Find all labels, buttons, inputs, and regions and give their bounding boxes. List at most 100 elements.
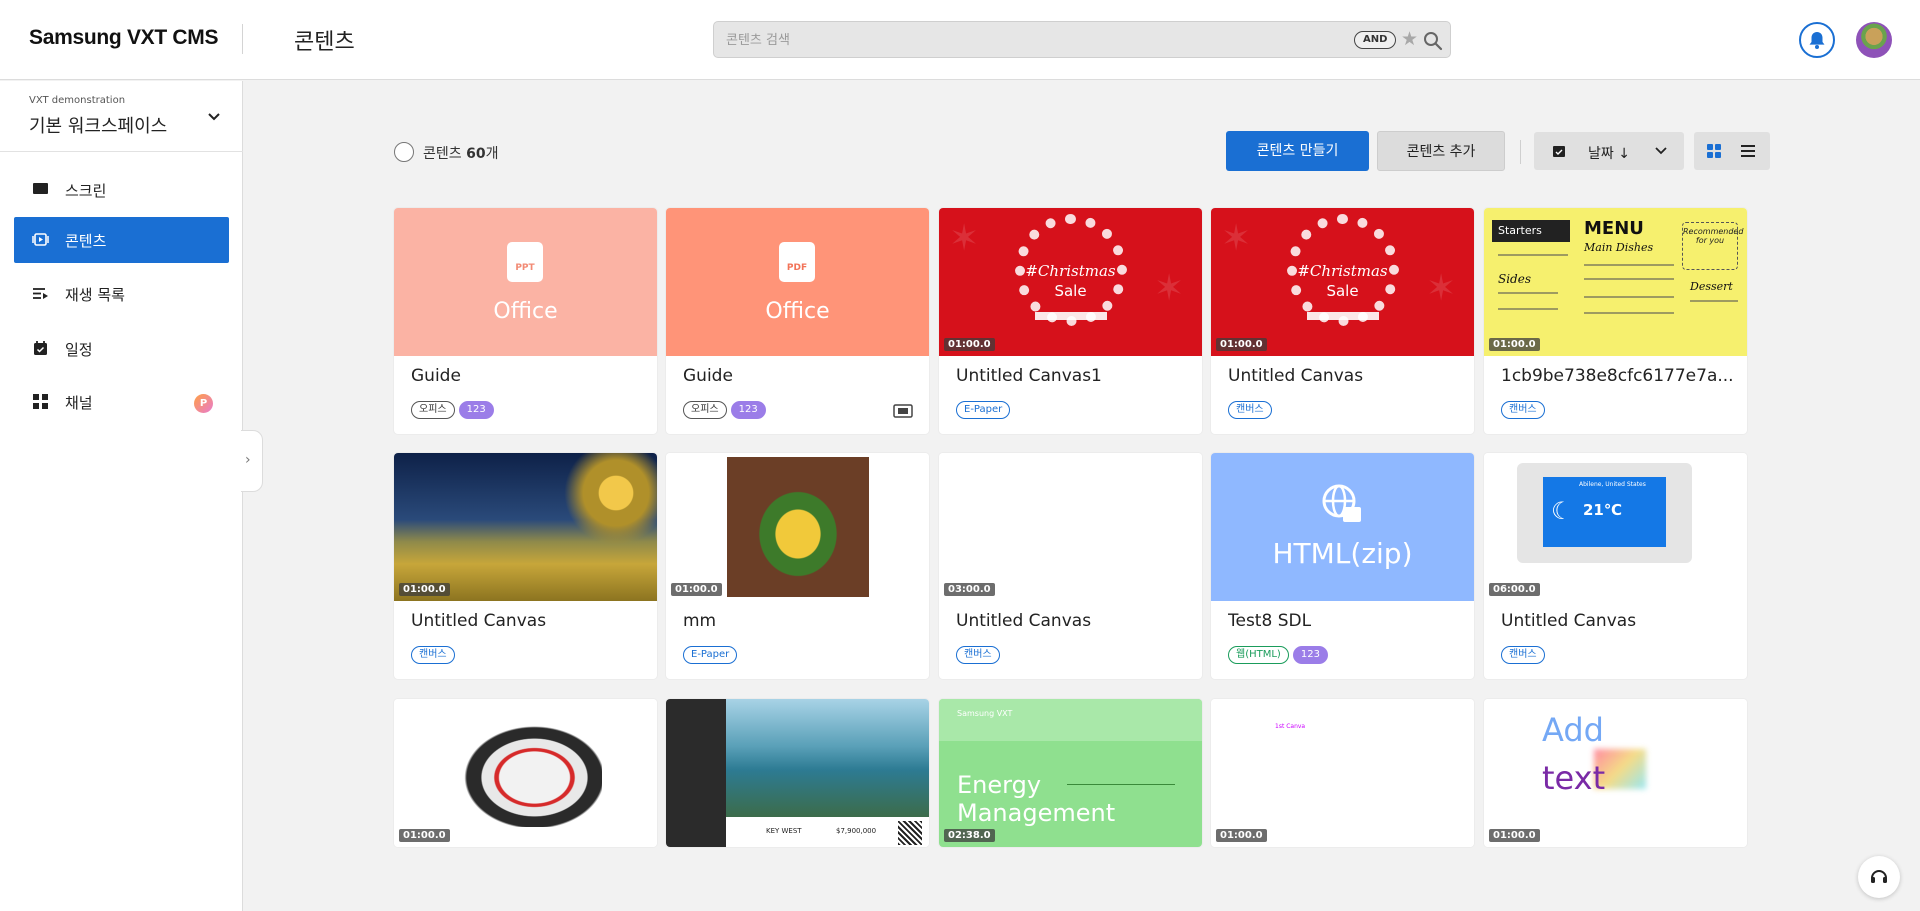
grid-view-icon[interactable] bbox=[1704, 141, 1724, 161]
sidebar-item-label: 일정 bbox=[65, 341, 93, 359]
info-panel bbox=[666, 699, 726, 847]
tag: 캔버스 bbox=[1501, 646, 1545, 664]
content-card[interactable]: KEY WEST $7,900,000 bbox=[666, 699, 929, 847]
sidebar-item-playlist[interactable]: 재생 목록 bbox=[14, 271, 229, 317]
card-thumbnail: PPT Office bbox=[394, 208, 657, 356]
add-content-button[interactable]: 콘텐츠 추가 bbox=[1377, 131, 1505, 171]
content-card[interactable]: 01:00.0 bbox=[394, 699, 657, 847]
thumb-text: #Christmas bbox=[1297, 262, 1388, 280]
device-frame: Abilene, United States ☾ 21℃ bbox=[1517, 463, 1692, 563]
search-input[interactable] bbox=[726, 28, 1306, 52]
card-thumbnail: PDF Office bbox=[666, 208, 929, 356]
ribbon-graphic bbox=[1307, 312, 1379, 320]
list-view-icon[interactable] bbox=[1738, 141, 1758, 161]
sidebar-item-content[interactable]: 콘텐츠 bbox=[14, 217, 229, 263]
card-thumbnail: Starters MENU Main Dishes Recommended fo… bbox=[1484, 208, 1747, 356]
content-card[interactable]: Abilene, United States ☾ 21℃ 06:00.0 Unt… bbox=[1484, 453, 1747, 679]
card-thumbnail: 01:00.0 bbox=[666, 453, 929, 601]
thumb-text: #Christmas bbox=[1025, 262, 1116, 280]
weather-screen: Abilene, United States ☾ 21℃ bbox=[1543, 477, 1666, 547]
tag: 캔버스 bbox=[956, 646, 1000, 664]
content-card[interactable]: Samsung VXT Energy Management 02:38.0 bbox=[939, 699, 1202, 847]
thumb-text: 21℃ bbox=[1583, 501, 1623, 519]
thumb-text: Sides bbox=[1498, 272, 1531, 286]
favorite-star-icon[interactable]: ★ bbox=[1401, 29, 1418, 49]
content-card[interactable]: Add text 01:00.0 bbox=[1484, 699, 1747, 847]
search-operator-badge[interactable]: AND bbox=[1354, 31, 1397, 49]
thumb-label: HTML(zip) bbox=[1272, 537, 1413, 570]
web-globe-icon bbox=[1322, 484, 1361, 522]
sidebar-item-channel[interactable]: 채널 P bbox=[14, 379, 229, 425]
workspace-name[interactable]: 기본 워크스페이스 bbox=[29, 112, 167, 138]
card-tags: 캔버스 bbox=[1501, 646, 1549, 665]
card-thumbnail: 03:00.0 bbox=[939, 453, 1202, 601]
card-title: Test8 SDL bbox=[1228, 611, 1312, 631]
donkey-photo bbox=[452, 717, 602, 827]
card-thumbnail: 01:00.0 bbox=[394, 699, 657, 847]
pdf-file-icon: PDF bbox=[779, 242, 815, 282]
content-card[interactable]: Starters MENU Main Dishes Recommended fo… bbox=[1484, 208, 1747, 434]
tag: 123 bbox=[730, 401, 766, 419]
sidebar-collapse-toggle[interactable]: › bbox=[241, 430, 263, 492]
chevron-down-icon[interactable] bbox=[206, 109, 222, 125]
count-suffix: 개 bbox=[485, 146, 499, 162]
search-icon[interactable] bbox=[1422, 30, 1444, 52]
tag: 캔버스 bbox=[411, 646, 455, 664]
tag: 캔버스 bbox=[1228, 401, 1272, 419]
tag: 캔버스 bbox=[1501, 401, 1545, 419]
duration-badge: 01:00.0 bbox=[1489, 338, 1540, 351]
calendar-icon bbox=[34, 341, 47, 355]
card-tags: E-Paper bbox=[956, 401, 1014, 420]
premium-badge: P bbox=[194, 394, 213, 413]
user-avatar[interactable] bbox=[1856, 22, 1892, 58]
content-card[interactable]: PPT Office Guide 오피스 123 bbox=[394, 208, 657, 434]
card-title: Guide bbox=[411, 366, 461, 386]
content-card[interactable]: 01:00.0 mm E-Paper bbox=[666, 453, 929, 679]
thumb-text: Starters bbox=[1492, 220, 1570, 242]
tag: 웹(HTML) bbox=[1228, 646, 1289, 664]
sidebar-item-screen[interactable]: 스크린 bbox=[14, 167, 229, 213]
card-title: Untitled Canvas1 bbox=[956, 366, 1102, 386]
content-card[interactable]: HTML(zip) Test8 SDL 웹(HTML) 123 bbox=[1211, 453, 1474, 679]
menu-line bbox=[1498, 292, 1558, 294]
card-thumbnail: ✶ ✶ #Christmas Sale 01:00.0 bbox=[939, 208, 1202, 356]
ribbon-graphic bbox=[1035, 312, 1107, 320]
count-label: 콘텐츠 bbox=[423, 146, 462, 162]
card-thumbnail: ✶ ✶ #Christmas Sale 01:00.0 bbox=[1211, 208, 1474, 356]
brand-logo[interactable]: Samsung VXT CMS bbox=[29, 26, 219, 50]
sidebar-divider bbox=[0, 151, 243, 152]
count-value: 60 bbox=[466, 146, 486, 162]
card-tags: 캔버스 bbox=[1228, 401, 1276, 420]
thumb-text: Samsung VXT bbox=[957, 709, 1013, 718]
content-card[interactable]: ✶ ✶ #Christmas Sale 01:00.0 Untitled Can… bbox=[939, 208, 1202, 434]
sort-dropdown[interactable]: 날짜 ↓ bbox=[1534, 132, 1684, 170]
card-title: Untitled Canvas bbox=[1228, 366, 1364, 386]
card-thumbnail: Add text 01:00.0 bbox=[1484, 699, 1747, 847]
thumb-text: $7,900,000 bbox=[836, 827, 877, 835]
notification-bell-icon[interactable] bbox=[1799, 22, 1835, 58]
headset-icon bbox=[1871, 870, 1887, 883]
card-thumbnail: Samsung VXT Energy Management 02:38.0 bbox=[939, 699, 1202, 847]
support-button[interactable] bbox=[1858, 856, 1900, 898]
sidebar-item-schedule[interactable]: 일정 bbox=[14, 326, 229, 372]
content-card[interactable]: ✶ ✶ #Christmas Sale 01:00.0 Untitled Can… bbox=[1211, 208, 1474, 434]
playlist-icon bbox=[33, 288, 48, 299]
content-card[interactable]: 01:00.0 Untitled Canvas 캔버스 bbox=[394, 453, 657, 679]
create-content-button[interactable]: 콘텐츠 만들기 bbox=[1226, 131, 1369, 171]
card-tags: 캔버스 bbox=[1501, 401, 1549, 420]
tag: 123 bbox=[1292, 646, 1328, 664]
content-count: 콘텐츠 60개 bbox=[423, 143, 498, 163]
content-card[interactable]: 03:00.0 Untitled Canvas 캔버스 bbox=[939, 453, 1202, 679]
chevron-right-icon: › bbox=[245, 452, 251, 468]
content-card[interactable]: PDF Office Guide 오피스 123 bbox=[666, 208, 929, 434]
tag: 오피스 bbox=[683, 401, 727, 419]
search-bar: AND ★ bbox=[713, 21, 1451, 58]
content-card[interactable]: 1st Canva 01:00.0 bbox=[1211, 699, 1474, 847]
reindeer-icon: ✶ bbox=[949, 218, 980, 259]
select-all-radio[interactable] bbox=[394, 142, 414, 162]
card-thumbnail: 1st Canva 01:00.0 bbox=[1211, 699, 1474, 847]
sidebar-item-label: 재생 목록 bbox=[65, 286, 125, 304]
menu-line bbox=[1584, 296, 1674, 298]
card-title: 1cb9be738e8cfc6177e7a... bbox=[1501, 366, 1734, 386]
card-thumbnail: Abilene, United States ☾ 21℃ 06:00.0 bbox=[1484, 453, 1747, 601]
